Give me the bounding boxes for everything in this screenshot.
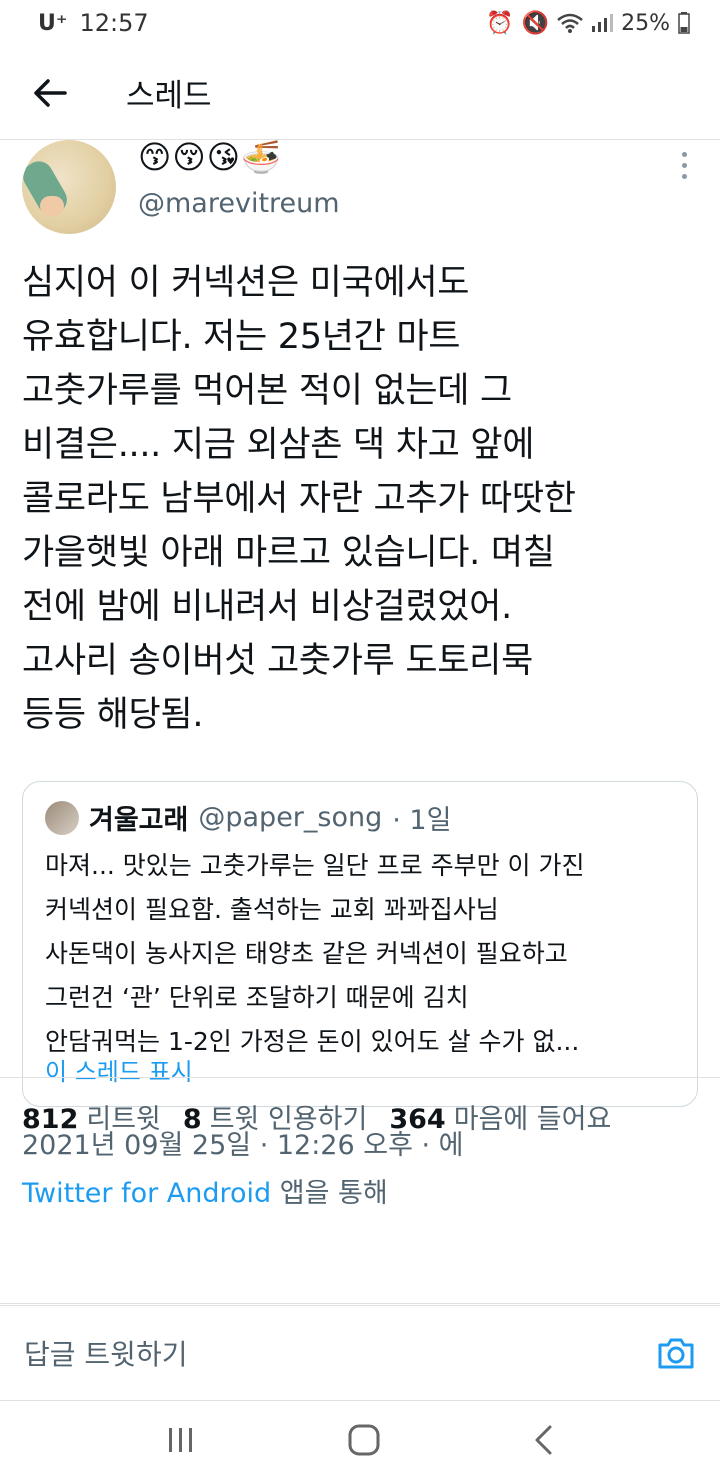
status-bar: U⁺ 12:57 ⏰ 🔇 25% — [0, 0, 720, 46]
camera-icon[interactable] — [656, 1333, 696, 1373]
author-display-name[interactable]: 😙😚😘🍜 — [138, 138, 282, 176]
alarm-icon: ⏰ — [486, 10, 514, 36]
tweet-text: 심지어 이 커넥션은 미국에서도 유효합니다. 저는 25년간 마트 고춧가루를… — [22, 263, 576, 735]
quote-avatar — [45, 800, 79, 835]
quote-header: 겨울고래 @paper_song · 1일 — [45, 798, 451, 837]
mute-icon: 🔇 — [521, 10, 550, 36]
carrier-label: U⁺ — [38, 10, 68, 36]
home-icon[interactable] — [348, 1424, 380, 1456]
reply-input[interactable]: 답글 트윗하기 — [24, 1333, 187, 1373]
wifi-icon — [557, 13, 583, 33]
more-options-button[interactable] — [674, 152, 694, 179]
reply-composer[interactable]: 답글 트윗하기 — [0, 1305, 720, 1401]
avatar[interactable] — [22, 140, 116, 234]
tweet-stats: 812 리트윗 8 트윗 인용하기 364 마음에 들어요 — [22, 1097, 611, 1136]
battery-icon — [678, 12, 690, 34]
tweet-meta: 2021년 09월 25일 · 12:26 오후 · 에 Twitter for… — [22, 1122, 464, 1218]
app-bar: 스레드 — [0, 46, 720, 140]
more-vertical-icon-dot — [681, 163, 687, 168]
source-suffix: 앱을 통해 — [279, 1178, 388, 1209]
author-handle[interactable]: @marevitreum — [138, 188, 340, 219]
tweet: 😙😚😘🍜 @marevitreum 심지어 이 커넥션은 미국에서도 유효합니다… — [0, 138, 720, 1209]
quote-author-name: 겨울고래 — [89, 805, 189, 836]
show-thread-link[interactable]: 이 스레드 표시 — [45, 1052, 193, 1087]
battery-percent: 25% — [621, 10, 670, 36]
signal-icon — [592, 14, 614, 32]
status-time: 12:57 — [79, 9, 149, 37]
quoted-tweet[interactable]: 겨울고래 @paper_song · 1일 마져... 맛있는 고춧가루는 일단… — [22, 781, 698, 1107]
page-title: 스레드 — [126, 78, 212, 114]
source-app-link[interactable]: Twitter for Android — [22, 1178, 271, 1209]
tweet-author-row: 😙😚😘🍜 @marevitreum — [0, 138, 720, 250]
nav-back-icon[interactable] — [533, 1424, 553, 1456]
quotes-stat[interactable]: 8 트윗 인용하기 — [183, 1097, 367, 1136]
system-nav-bar — [0, 1400, 720, 1480]
more-vertical-icon-dot — [681, 174, 687, 179]
divider — [0, 1303, 720, 1304]
quote-age: · 1일 — [392, 805, 452, 836]
more-vertical-icon — [681, 152, 687, 157]
avatar-hand — [40, 196, 64, 216]
back-button[interactable] — [20, 63, 80, 123]
quote-text: 마져... 맛있는 고춧가루는 일단 프로 주부만 이 가진 커넥션이 필요함.… — [45, 851, 585, 1056]
arrow-left-icon — [34, 78, 67, 107]
divider — [0, 1077, 720, 1078]
likes-stat[interactable]: 364 마음에 들어요 — [389, 1097, 611, 1136]
quote-author-handle: @paper_song — [198, 802, 383, 833]
recent-apps-icon[interactable] — [167, 1427, 195, 1453]
retweets-stat[interactable]: 812 리트윗 — [22, 1097, 161, 1136]
